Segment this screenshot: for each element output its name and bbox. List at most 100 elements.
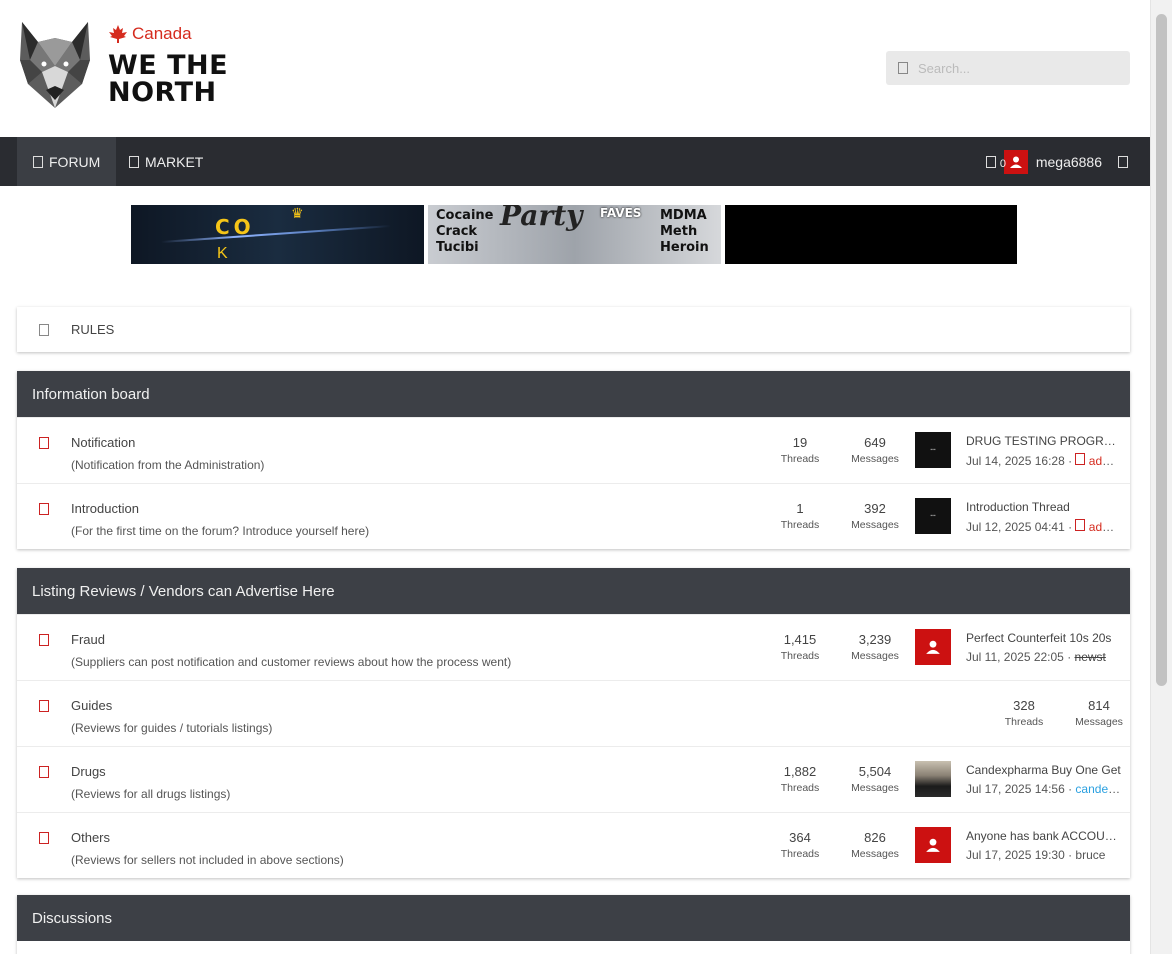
crown-icon: ♛ bbox=[291, 205, 304, 221]
search-box[interactable] bbox=[886, 51, 1130, 85]
messages-label: Messages bbox=[1075, 716, 1123, 728]
forum-node-icon bbox=[39, 437, 49, 449]
latest-avatar[interactable] bbox=[915, 629, 951, 665]
messages-count: 649 bbox=[864, 435, 886, 450]
latest-avatar[interactable]: ▪▪▪ bbox=[915, 498, 951, 534]
site-logo[interactable]: Canada WE THE NORTH bbox=[16, 20, 266, 112]
category-header[interactable]: Discussions bbox=[17, 895, 1130, 941]
node-description: (Suppliers can post notification and cus… bbox=[71, 655, 512, 669]
ad-banner-1[interactable]: CO K ♛ bbox=[131, 205, 424, 264]
threads-stat: 19 Threads bbox=[765, 435, 835, 465]
messages-label: Messages bbox=[851, 782, 899, 794]
node-title[interactable]: Notification bbox=[71, 435, 135, 450]
latest-thread-title[interactable]: Anyone has bank ACCOUNTS bbox=[966, 829, 1121, 843]
nav-market-label: MARKET bbox=[145, 153, 204, 170]
messages-stat: 826 Messages bbox=[840, 830, 910, 860]
messages-stat: 814 Messages bbox=[1064, 698, 1134, 728]
scrollbar-thumb[interactable] bbox=[1156, 14, 1167, 686]
node-title[interactable]: Drugs bbox=[71, 764, 106, 779]
category-listing-reviews: Listing Reviews / Vendors can Advertise … bbox=[17, 568, 1130, 878]
latest-thread-title[interactable]: Perfect Counterfeit 10s 20s bbox=[966, 631, 1121, 645]
ad-banner-3[interactable] bbox=[725, 205, 1017, 264]
node-title[interactable]: Fraud bbox=[71, 632, 105, 647]
node-description: (Reviews for guides / tutorials listings… bbox=[71, 721, 273, 735]
user-avatar[interactable] bbox=[1003, 149, 1028, 174]
forum-node-icon bbox=[39, 766, 49, 778]
category-header[interactable]: Information board bbox=[17, 371, 1130, 417]
latest-user[interactable]: candexpharma bbox=[1075, 782, 1121, 796]
messages-stat: 3,239 Messages bbox=[840, 632, 910, 662]
forum-node: Others (Reviews for sellers not included… bbox=[17, 812, 1130, 878]
username[interactable]: mega6886 bbox=[1036, 154, 1102, 170]
site-header: Canada WE THE NORTH bbox=[0, 0, 1150, 137]
banner-2-right-2: Meth bbox=[660, 224, 698, 239]
node-title[interactable]: Introduction bbox=[71, 501, 139, 516]
banner-2-faves: FAVES bbox=[600, 206, 642, 220]
latest-thread-title[interactable]: Candexpharma Buy One Get bbox=[966, 763, 1121, 777]
admin-badge-icon bbox=[1075, 453, 1086, 465]
vertical-scrollbar[interactable] bbox=[1150, 0, 1172, 954]
wolf-logo-icon bbox=[20, 22, 90, 108]
messages-count: 392 bbox=[864, 501, 886, 516]
latest-meta: Jul 12, 2025 04:41 · admin bbox=[966, 519, 1121, 534]
category-discussions: Discussions bbox=[17, 895, 1130, 954]
banner-2-left-2: Crack bbox=[436, 224, 478, 239]
market-icon bbox=[129, 155, 139, 168]
banner-lightning bbox=[161, 224, 391, 244]
nav-forum[interactable]: FORUM bbox=[17, 137, 117, 186]
banner-1-text: CO bbox=[215, 215, 255, 239]
threads-count: 1,882 bbox=[783, 764, 817, 779]
latest-thread-title[interactable]: DRUG TESTING PROGRAM bbox=[966, 434, 1121, 448]
latest-user[interactable]: newst bbox=[1075, 650, 1106, 664]
threads-count: 328 bbox=[1013, 698, 1035, 713]
messages-stat: 649 Messages bbox=[840, 435, 910, 465]
brand-name: WE THE NORTH bbox=[108, 52, 228, 106]
category-information-board: Information board Notification (Notifica… bbox=[17, 371, 1130, 549]
messages-stat: 5,504 Messages bbox=[840, 764, 910, 794]
messages-count: 814 bbox=[1088, 698, 1110, 713]
latest-user[interactable]: admin bbox=[1089, 454, 1121, 468]
forum-node: Fraud (Suppliers can post notification a… bbox=[17, 614, 1130, 680]
latest-date: Jul 17, 2025 19:30 · bbox=[966, 848, 1073, 862]
brand-country: Canada bbox=[132, 24, 192, 43]
ad-banner-2[interactable]: Cocaine Crack Tucibi Party FAVES MDMA Me… bbox=[428, 205, 721, 264]
forum-node-icon bbox=[39, 503, 49, 515]
forum-node: Introduction (For the first time on the … bbox=[17, 483, 1130, 549]
latest-avatar[interactable] bbox=[915, 827, 951, 863]
messages-stat: 392 Messages bbox=[840, 501, 910, 531]
threads-stat: 328 Threads bbox=[989, 698, 1059, 728]
search-icon[interactable] bbox=[898, 62, 908, 74]
node-description: (Reviews for all drugs listings) bbox=[71, 787, 231, 801]
latest-date: Jul 14, 2025 16:28 · bbox=[966, 454, 1073, 468]
search-input[interactable] bbox=[918, 60, 1118, 76]
user-area: 0 mega6886 bbox=[985, 137, 1128, 186]
forum-node: Drugs (Reviews for all drugs listings) 1… bbox=[17, 746, 1130, 812]
latest-user[interactable]: bruce bbox=[1075, 848, 1105, 862]
threads-stat: 364 Threads bbox=[765, 830, 835, 860]
latest-avatar[interactable]: ▪▪▪ bbox=[915, 432, 951, 468]
banner-2-right-3: Heroin bbox=[660, 240, 709, 255]
inbox-icon[interactable] bbox=[1118, 155, 1128, 168]
forum-node: Guides (Reviews for guides / tutorials l… bbox=[17, 680, 1130, 746]
category-header[interactable]: Listing Reviews / Vendors can Advertise … bbox=[17, 568, 1130, 614]
latest-avatar[interactable] bbox=[915, 761, 951, 797]
messages-label: Messages bbox=[851, 650, 899, 662]
latest-meta: Jul 14, 2025 16:28 · admin bbox=[966, 453, 1121, 468]
alerts-button[interactable]: 0 bbox=[985, 155, 1006, 170]
threads-stat: 1 Threads bbox=[765, 501, 835, 531]
canada-label: Canada bbox=[108, 24, 192, 44]
latest-date: Jul 11, 2025 22:05 · bbox=[966, 650, 1072, 664]
node-title[interactable]: Guides bbox=[71, 698, 112, 713]
threads-stat: 1,882 Threads bbox=[765, 764, 835, 794]
threads-count: 1,415 bbox=[783, 632, 817, 647]
node-title[interactable]: Others bbox=[71, 830, 110, 845]
brand-line-2: NORTH bbox=[108, 77, 217, 108]
latest-thread-title[interactable]: Introduction Thread bbox=[966, 500, 1121, 514]
latest-user[interactable]: admin bbox=[1089, 520, 1121, 534]
rules-link[interactable]: RULES bbox=[17, 307, 1130, 352]
threads-label: Threads bbox=[780, 650, 820, 662]
ad-banners: CO K ♛ Cocaine Crack Tucibi Party FAVES … bbox=[131, 205, 1017, 264]
threads-count: 364 bbox=[789, 830, 811, 845]
threads-label: Threads bbox=[780, 519, 820, 531]
nav-market[interactable]: MARKET bbox=[113, 137, 219, 186]
